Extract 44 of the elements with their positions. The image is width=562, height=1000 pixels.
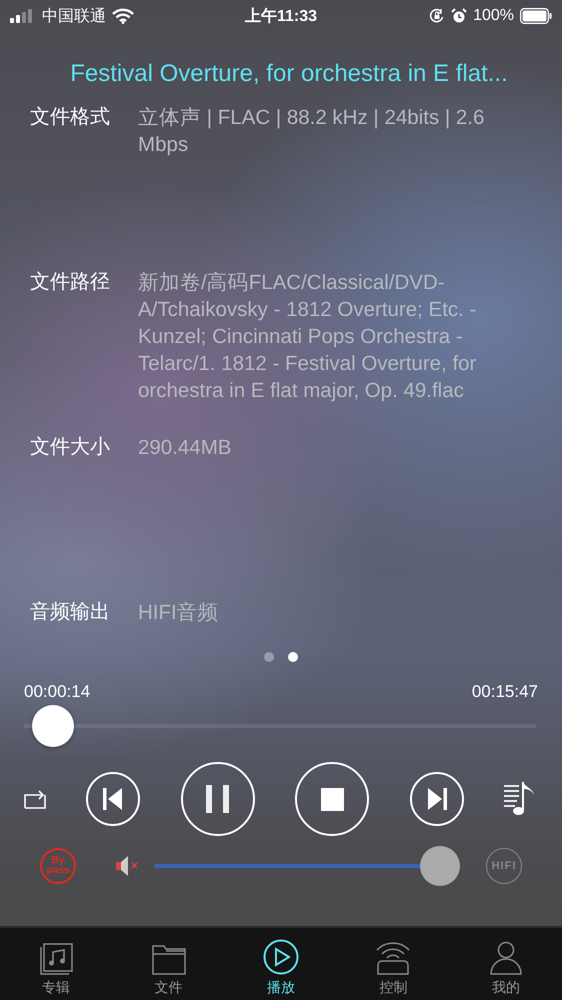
page-dot[interactable] xyxy=(264,652,274,662)
info-label: 文件路径 xyxy=(30,270,111,295)
volume-thumb[interactable] xyxy=(420,846,460,886)
playlist-icon[interactable] xyxy=(504,782,536,816)
volume-slider[interactable] xyxy=(154,846,462,886)
wireless-device-icon xyxy=(375,941,412,975)
person-icon xyxy=(490,941,522,975)
pause-icon xyxy=(206,785,230,813)
info-label: 文件格式 xyxy=(30,105,111,130)
tab-item[interactable]: 专辑 xyxy=(0,928,112,1000)
info-value: HIFI音频 xyxy=(138,600,220,626)
stop-button[interactable] xyxy=(295,762,370,836)
rotation-lock-icon xyxy=(429,8,446,24)
wifi-icon xyxy=(112,8,134,24)
tab-item[interactable]: 控制 xyxy=(337,928,450,1000)
info-label: 音频输出 xyxy=(30,600,111,625)
previous-icon xyxy=(103,788,124,810)
tab-item[interactable]: 文件 xyxy=(112,928,225,1000)
pause-button[interactable] xyxy=(180,762,255,836)
info-value: 立体声 | FLAC | 88.2 kHz | 24bits | 2.6 Mbps xyxy=(138,105,486,158)
play-icon xyxy=(263,939,300,975)
track-title: Festival Overture, for orchestra in E flat... xyxy=(69,60,509,88)
clock-time: 上午11:33 xyxy=(244,6,318,26)
repeat-icon[interactable] xyxy=(24,789,46,809)
elapsed-time: 00:00:14 xyxy=(24,682,90,702)
album-icon xyxy=(39,943,74,975)
page-dot[interactable] xyxy=(288,652,298,662)
previous-button[interactable] xyxy=(86,772,140,826)
info-label: 文件大小 xyxy=(30,435,111,460)
stop-icon xyxy=(320,788,344,810)
carrier-name: 中国联通 xyxy=(42,6,106,26)
next-icon xyxy=(426,788,447,810)
mute-icon[interactable] xyxy=(116,855,140,877)
battery-percent: 100% xyxy=(473,7,514,25)
battery-icon xyxy=(520,8,552,24)
tab-item[interactable]: 我的 xyxy=(450,928,562,1000)
total-time: 00:15:47 xyxy=(472,682,538,702)
tab-item[interactable]: 播放 xyxy=(224,928,338,1000)
progress-thumb[interactable] xyxy=(32,705,74,747)
next-button[interactable] xyxy=(410,772,464,826)
info-value: 290.44MB xyxy=(138,435,232,461)
info-value: 新加卷/高码FLAC/Classical/DVD-A/Tchaikovsky - 1812 Overture; Etc. - Kunzel; Cincinnati Pops Orchestra - Telarc/1. 1812 - Festival Overture, for orchestra in E flat major, Op. 49.flac xyxy=(138,270,478,404)
folder-icon xyxy=(152,945,186,975)
alarm-icon xyxy=(451,8,468,24)
